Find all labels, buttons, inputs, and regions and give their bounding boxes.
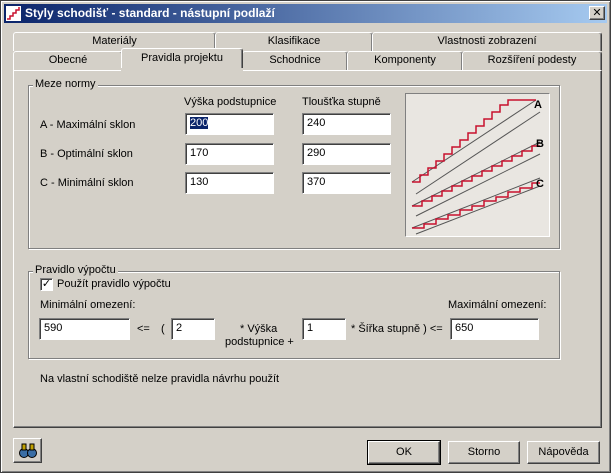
- max-limit-input[interactable]: 650: [450, 318, 539, 340]
- tab-label: Vlastnosti zobrazení: [437, 35, 537, 47]
- close-button[interactable]: ✕: [589, 6, 605, 20]
- check-icon: ✓: [41, 278, 52, 290]
- tab-label: Klasifikace: [267, 35, 321, 47]
- tloustka-opt-input[interactable]: 290: [302, 143, 391, 165]
- selected-text: 200: [190, 117, 209, 129]
- sirka-term-label: * Šířka stupně ) <=: [351, 323, 443, 335]
- storno-button[interactable]: Storno: [448, 441, 520, 464]
- coef-vyska-input[interactable]: 2: [171, 318, 215, 340]
- stair-a: [411, 99, 541, 195]
- tab-label: Obecné: [48, 54, 88, 66]
- vyska-min-input[interactable]: 130: [185, 172, 274, 194]
- preview-label-c: C: [536, 178, 544, 190]
- binoculars-icon: [18, 443, 37, 458]
- open-paren: (: [161, 323, 165, 335]
- use-rule-label[interactable]: Použít pravidlo výpočtu: [57, 278, 171, 290]
- row-label-max: A - Maximální sklon: [40, 119, 136, 131]
- column-header-tloustka: Tloušťka stupně: [302, 96, 381, 108]
- meze-normy-legend: Meze normy: [33, 78, 98, 90]
- stairs-app-icon: [6, 6, 21, 21]
- use-rule-checkbox[interactable]: ✓: [40, 278, 53, 291]
- tab-label: Schodnice: [269, 54, 321, 66]
- title-bar[interactable]: Styly schodišť - standard - nástupní pod…: [4, 4, 607, 23]
- min-limit-input[interactable]: 590: [39, 318, 130, 340]
- tloustka-min-input[interactable]: 370: [302, 172, 391, 194]
- ok-button[interactable]: OK: [367, 440, 441, 465]
- less-equal-operator-1: <=: [137, 323, 150, 335]
- row-label-min: C - Minimální sklon: [40, 177, 134, 189]
- vyska-term-label-1: * Výška: [240, 323, 278, 335]
- napoveda-button[interactable]: Nápověda: [527, 441, 600, 464]
- window-title: Styly schodišť - standard - nástupní pod…: [25, 6, 275, 20]
- tab-komponenty[interactable]: Komponenty: [347, 51, 463, 70]
- tab-rozsireni-podesty[interactable]: Rozšíření podesty: [462, 51, 602, 70]
- tab-obecne[interactable]: Obecné: [13, 51, 123, 70]
- stair-slope-preview: A B C: [405, 93, 550, 237]
- tab-vlastnosti-zobrazeni[interactable]: Vlastnosti zobrazení: [372, 32, 602, 51]
- preview-label-a: A: [534, 99, 542, 111]
- stair-b: [411, 141, 541, 217]
- tab-label: Materiály: [92, 35, 137, 47]
- vyska-opt-input[interactable]: 170: [185, 143, 274, 165]
- column-header-vyska: Výška podstupnice: [184, 96, 277, 108]
- pravidlo-vypoctu-legend: Pravidlo výpočtu: [33, 264, 118, 276]
- tab-label: Pravidla projektu: [141, 52, 223, 64]
- help-search-button[interactable]: [13, 438, 42, 463]
- close-icon: ✕: [592, 7, 602, 19]
- max-limit-label: Maximální omezení:: [448, 299, 547, 311]
- tab-schodnice[interactable]: Schodnice: [242, 51, 348, 70]
- preview-label-b: B: [536, 138, 544, 150]
- tab-label: Rozšíření podesty: [487, 54, 577, 66]
- tab-label: Komponenty: [374, 54, 436, 66]
- tab-pravidla-projektu[interactable]: Pravidla projektu: [121, 48, 243, 70]
- coef-sirka-input[interactable]: 1: [302, 318, 346, 340]
- dialog-window: Styly schodišť - standard - nástupní pod…: [0, 0, 611, 473]
- min-limit-label: Minimální omezení:: [40, 299, 136, 311]
- vyska-max-input[interactable]: 200: [185, 113, 274, 135]
- row-label-opt: B - Optimální sklon: [40, 148, 133, 160]
- tloustka-max-input[interactable]: 240: [302, 113, 391, 135]
- vyska-term-label-2: podstupnice +: [225, 336, 294, 348]
- stair-diagram: A B C: [411, 99, 544, 235]
- custom-stair-note: Na vlastní schodiště nelze pravidla návr…: [40, 373, 280, 385]
- active-tab-join: [121, 68, 243, 72]
